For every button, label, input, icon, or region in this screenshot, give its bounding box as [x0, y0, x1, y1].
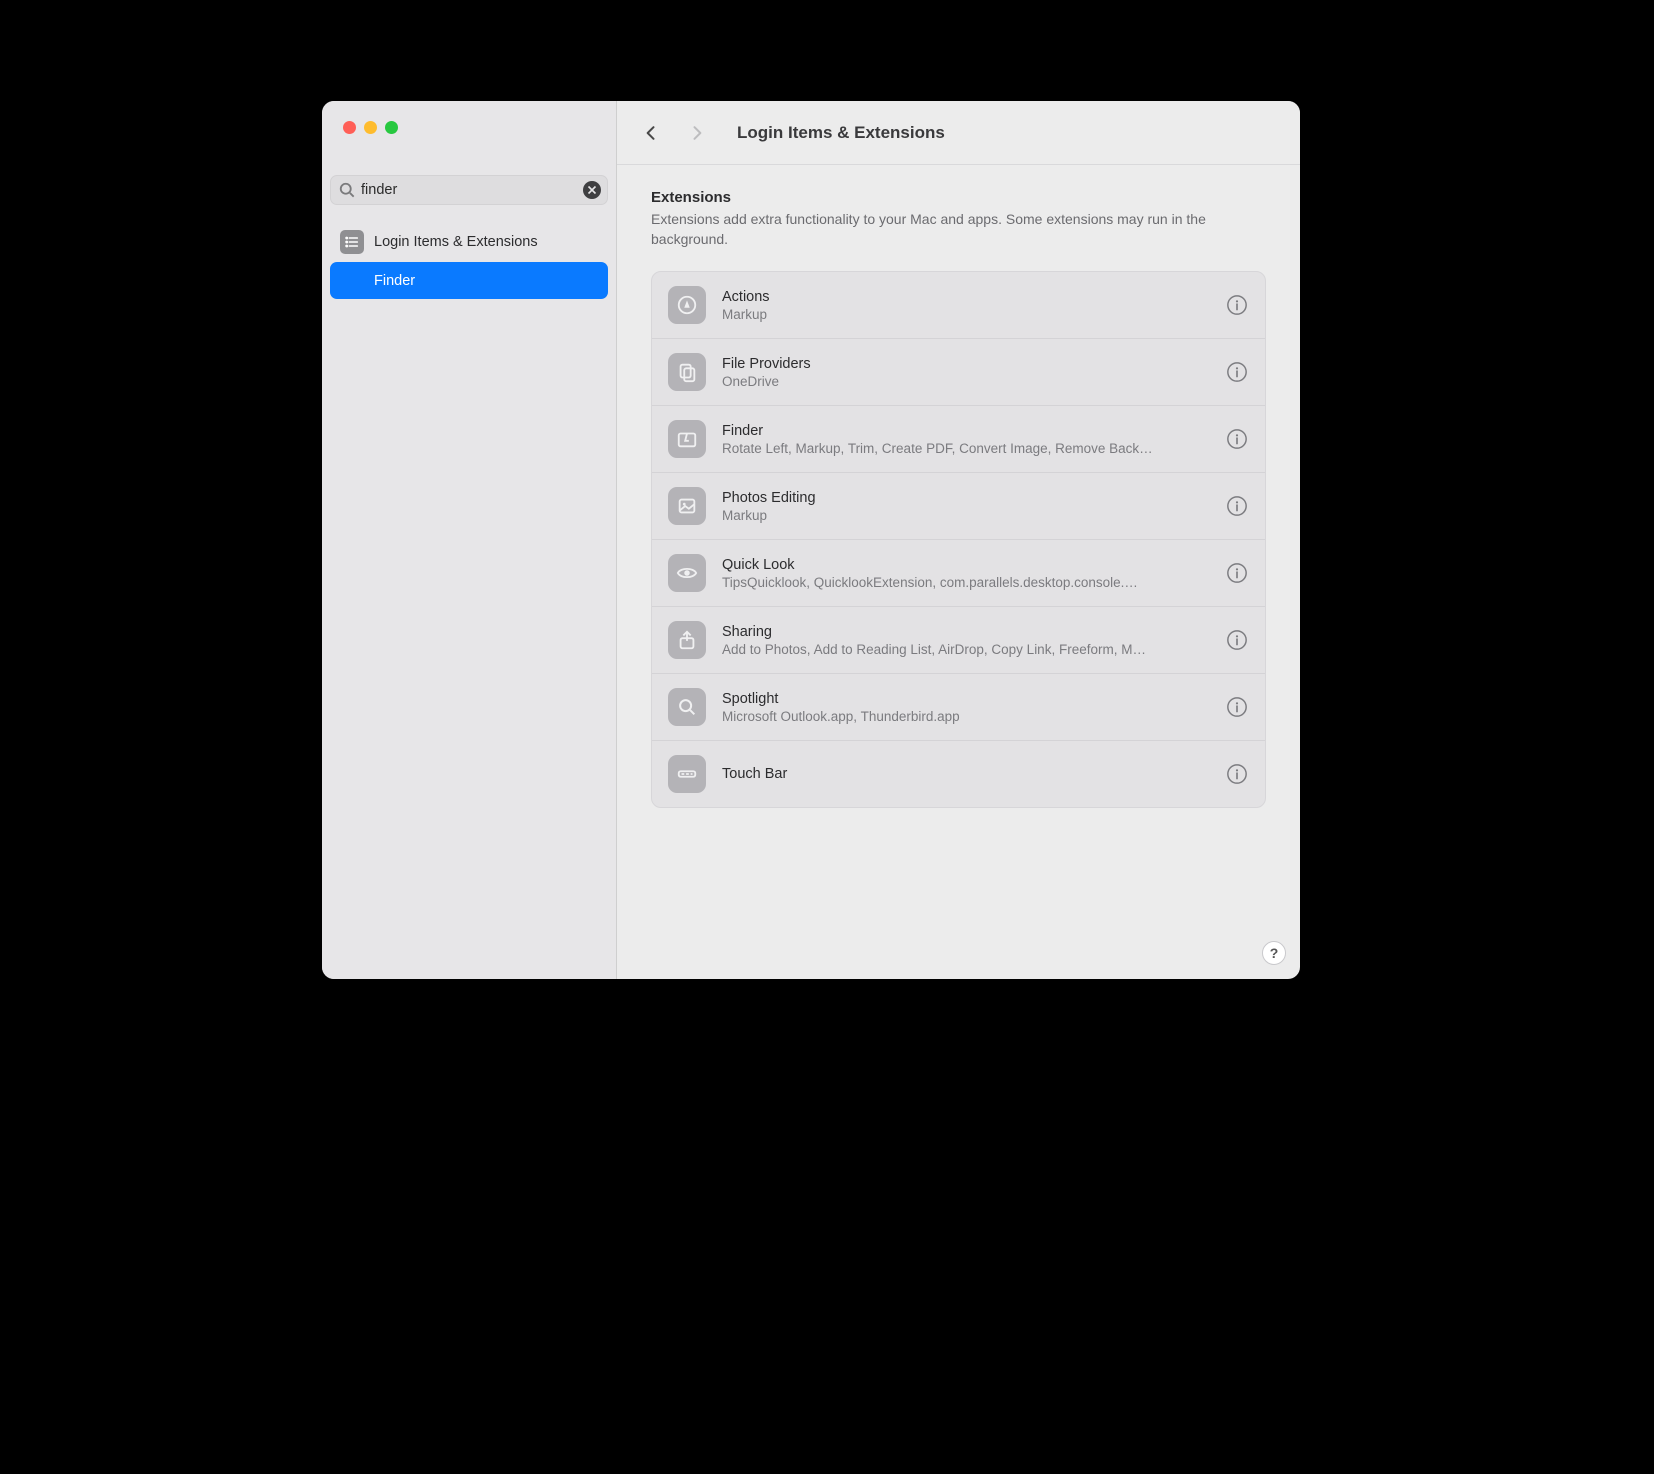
clear-search-button[interactable]	[583, 181, 601, 199]
extension-name: Sharing	[722, 624, 1209, 640]
info-icon	[1226, 294, 1248, 316]
extension-text: Quick Look TipsQuicklook, QuicklookExtens…	[722, 557, 1209, 590]
result-finder[interactable]: Finder	[330, 262, 608, 299]
list-icon	[340, 230, 364, 254]
minimize-button[interactable]	[364, 121, 377, 134]
forward-button[interactable]	[683, 119, 711, 147]
extension-subtitle: Markup	[722, 508, 1209, 523]
extension-row[interactable]: Finder Rotate Left, Markup, Trim, Create …	[652, 405, 1265, 472]
info-icon	[1226, 629, 1248, 651]
info-icon	[1226, 495, 1248, 517]
info-button[interactable]	[1225, 293, 1249, 317]
info-button[interactable]	[1225, 494, 1249, 518]
search-icon	[668, 688, 706, 726]
extensions-panel: Actions Markup File Providers OneDrive Finde…	[651, 271, 1266, 808]
toolbar: Login Items & Extensions	[617, 101, 1300, 165]
extension-subtitle: Microsoft Outlook.app, Thunderbird.app	[722, 709, 1209, 724]
extension-row[interactable]: Sharing Add to Photos, Add to Reading Lis…	[652, 606, 1265, 673]
extension-row[interactable]: File Providers OneDrive	[652, 338, 1265, 405]
extension-subtitle: Add to Photos, Add to Reading List, AirD…	[722, 642, 1209, 657]
extension-name: Actions	[722, 289, 1209, 305]
extension-name: Photos Editing	[722, 490, 1209, 506]
extension-text: Sharing Add to Photos, Add to Reading Lis…	[722, 624, 1209, 657]
info-icon	[1226, 428, 1248, 450]
extension-text: Spotlight Microsoft Outlook.app, Thunderb…	[722, 691, 1209, 724]
finder-icon	[668, 420, 706, 458]
info-icon	[1226, 562, 1248, 584]
extension-row[interactable]: Actions Markup	[652, 272, 1265, 338]
info-button[interactable]	[1225, 695, 1249, 719]
extension-text: Touch Bar	[722, 766, 1209, 782]
touchbar-icon	[668, 755, 706, 793]
extension-subtitle: Rotate Left, Markup, Trim, Create PDF, C…	[722, 441, 1209, 456]
extension-text: Actions Markup	[722, 289, 1209, 322]
info-icon	[1226, 696, 1248, 718]
search-input[interactable]	[357, 182, 583, 198]
extension-subtitle: Markup	[722, 307, 1209, 322]
extension-name: Quick Look	[722, 557, 1209, 573]
info-icon	[1226, 763, 1248, 785]
info-button[interactable]	[1225, 427, 1249, 451]
help-button[interactable]: ?	[1262, 941, 1286, 965]
extension-name: Finder	[722, 423, 1209, 439]
fullscreen-button[interactable]	[385, 121, 398, 134]
section-title: Extensions	[651, 189, 1266, 206]
extension-row[interactable]: Quick Look TipsQuicklook, QuicklookExtens…	[652, 539, 1265, 606]
extension-text: Photos Editing Markup	[722, 490, 1209, 523]
info-button[interactable]	[1225, 561, 1249, 585]
extension-row[interactable]: Photos Editing Markup	[652, 472, 1265, 539]
extension-text: Finder Rotate Left, Markup, Trim, Create …	[722, 423, 1209, 456]
content-area: Extensions Extensions add extra function…	[617, 165, 1300, 979]
search-results: Login Items & Extensions Finder	[322, 211, 616, 299]
extension-subtitle: OneDrive	[722, 374, 1209, 389]
page-title: Login Items & Extensions	[737, 123, 945, 143]
info-button[interactable]	[1225, 360, 1249, 384]
window-controls	[322, 101, 616, 151]
actions-icon	[668, 286, 706, 324]
share-icon	[668, 621, 706, 659]
main-area: Login Items & Extensions Extensions Exte…	[617, 101, 1300, 979]
photos-icon	[668, 487, 706, 525]
extension-subtitle: TipsQuicklook, QuicklookExtension, com.p…	[722, 575, 1209, 590]
info-icon	[1226, 361, 1248, 383]
extension-name: Spotlight	[722, 691, 1209, 707]
back-button[interactable]	[637, 119, 665, 147]
files-icon	[668, 353, 706, 391]
info-button[interactable]	[1225, 628, 1249, 652]
close-button[interactable]	[343, 121, 356, 134]
eye-icon	[668, 554, 706, 592]
extension-name: File Providers	[722, 356, 1209, 372]
system-settings-window: Login Items & Extensions Finder	[322, 101, 1300, 979]
result-label: Login Items & Extensions	[374, 234, 538, 250]
result-login-items-extensions[interactable]: Login Items & Extensions	[330, 223, 608, 260]
sidebar: Login Items & Extensions Finder	[322, 101, 617, 979]
search-icon	[337, 180, 357, 200]
extension-row[interactable]: Spotlight Microsoft Outlook.app, Thunderb…	[652, 673, 1265, 740]
info-button[interactable]	[1225, 762, 1249, 786]
section-description: Extensions add extra functionality to yo…	[651, 210, 1266, 249]
result-label: Finder	[374, 273, 415, 289]
section-header: Extensions Extensions add extra function…	[651, 189, 1266, 249]
search-field[interactable]	[330, 175, 608, 205]
extension-row[interactable]: Touch Bar	[652, 740, 1265, 807]
extension-text: File Providers OneDrive	[722, 356, 1209, 389]
extension-name: Touch Bar	[722, 766, 1209, 782]
